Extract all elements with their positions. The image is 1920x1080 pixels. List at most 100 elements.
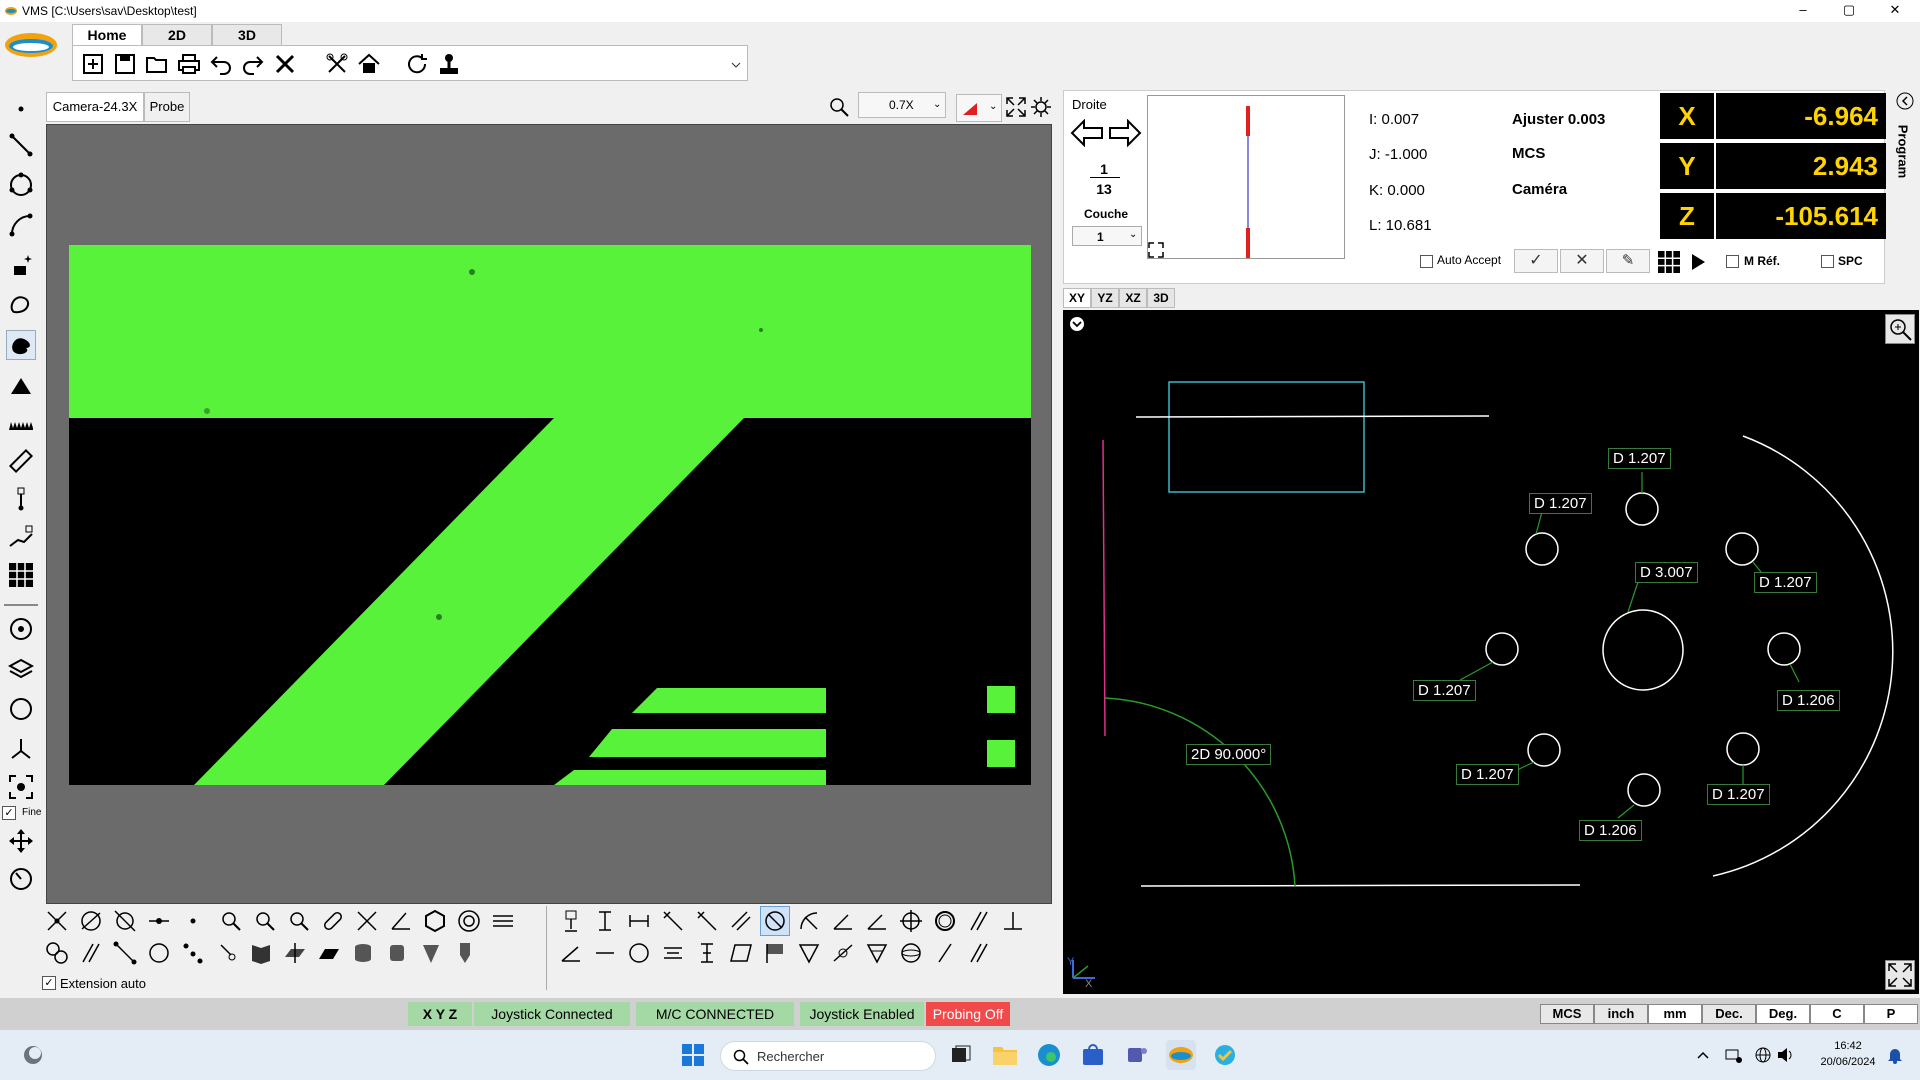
- extension-auto-checkbox[interactable]: ✓: [42, 976, 56, 990]
- circle-intersect-icon[interactable]: [76, 906, 106, 936]
- speed-tool-icon[interactable]: [6, 864, 36, 894]
- graphic-view[interactable]: D 1.207 D 1.207 D 3.007 D 1.207 D 1.207 …: [1063, 310, 1919, 994]
- reject-button[interactable]: ✕: [1560, 249, 1604, 273]
- edge-icon[interactable]: [1034, 1040, 1064, 1070]
- layer-select[interactable]: 1 ⌄: [1072, 226, 1142, 246]
- circle-line-icon[interactable]: [110, 906, 140, 936]
- taskbar-search[interactable]: Rechercher: [720, 1041, 936, 1071]
- horizontal-distance-icon[interactable]: [624, 906, 654, 936]
- points-icon[interactable]: [178, 938, 208, 968]
- intersect-icon[interactable]: [42, 906, 72, 936]
- open-icon[interactable]: [143, 50, 171, 78]
- dimension-label[interactable]: D 1.206: [1579, 820, 1642, 841]
- accept-button[interactable]: ✓: [1514, 249, 1558, 273]
- dimension-label[interactable]: D 1.206: [1777, 690, 1840, 711]
- gear-profile-tool-icon[interactable]: [6, 408, 36, 438]
- dimension-label[interactable]: D 1.207: [1456, 764, 1519, 785]
- network-icon[interactable]: [1724, 1046, 1742, 1064]
- diameter-icon[interactable]: [760, 906, 790, 936]
- angle-2d-icon[interactable]: [828, 906, 858, 936]
- angularity-icon[interactable]: [556, 938, 586, 968]
- dimension-label[interactable]: D 1.207: [1608, 448, 1671, 469]
- search-2d-icon[interactable]: [216, 906, 246, 936]
- concentric-icon[interactable]: [454, 906, 484, 936]
- circles-icon[interactable]: [42, 938, 72, 968]
- auto-accept-checkbox[interactable]: [1420, 255, 1433, 268]
- text-note-icon[interactable]: [556, 906, 586, 936]
- line-tool-icon[interactable]: [6, 130, 36, 160]
- vertical-distance-icon[interactable]: [590, 906, 620, 936]
- search-3d-icon[interactable]: [250, 906, 280, 936]
- distance-3d-icon[interactable]: [692, 906, 722, 936]
- decimal-button[interactable]: Dec.: [1702, 1004, 1756, 1024]
- volume-icon[interactable]: [1776, 1046, 1794, 1064]
- expand-preview-icon[interactable]: [1147, 241, 1165, 259]
- profile-icon[interactable]: [828, 938, 858, 968]
- refresh-icon[interactable]: [403, 50, 431, 78]
- dimension-label[interactable]: D 1.207: [1707, 784, 1770, 805]
- undo-icon[interactable]: [207, 50, 235, 78]
- camera-view[interactable]: [46, 124, 1052, 904]
- wand-tool-icon[interactable]: [6, 250, 36, 280]
- dimension-label[interactable]: D 3.007: [1635, 562, 1698, 583]
- tab-home[interactable]: Home: [72, 24, 142, 46]
- print-icon[interactable]: [175, 50, 203, 78]
- task-view-icon[interactable]: [946, 1040, 976, 1070]
- position-icon[interactable]: [896, 906, 926, 936]
- inch-button[interactable]: inch: [1594, 1004, 1648, 1024]
- tab-yz[interactable]: YZ: [1091, 288, 1119, 308]
- file-explorer-icon[interactable]: [990, 1040, 1020, 1070]
- magnifier-icon[interactable]: [284, 906, 314, 936]
- probe-small-icon[interactable]: [212, 938, 242, 968]
- focus-tool-icon[interactable]: [6, 772, 36, 802]
- maximize-button[interactable]: ▢: [1826, 2, 1872, 20]
- angle-3d-icon[interactable]: [862, 906, 892, 936]
- midpoint-icon[interactable]: [144, 906, 174, 936]
- close-button[interactable]: ✕: [1872, 2, 1918, 20]
- dot-icon[interactable]: [178, 906, 208, 936]
- polygon-icon[interactable]: [420, 906, 450, 936]
- cone-icon[interactable]: [416, 938, 446, 968]
- teams-icon[interactable]: [1122, 1040, 1152, 1070]
- tilted-parallel-icon[interactable]: [964, 938, 994, 968]
- straightness-icon[interactable]: [590, 938, 620, 968]
- joystick-icon[interactable]: [435, 50, 463, 78]
- angle-icon[interactable]: [386, 906, 416, 936]
- app-taskbar-icon[interactable]: [1210, 1040, 1240, 1070]
- tab-2d[interactable]: 2D: [142, 24, 212, 46]
- radius-icon[interactable]: [794, 906, 824, 936]
- ruler-tool-icon[interactable]: [6, 446, 36, 476]
- cone-outline-icon[interactable]: [794, 938, 824, 968]
- toolbar-overflow-icon[interactable]: [729, 50, 743, 78]
- symmetry-icon[interactable]: [658, 938, 688, 968]
- cylinder-icon[interactable]: [348, 938, 378, 968]
- parallel-lines-icon[interactable]: [488, 906, 518, 936]
- m-ref-checkbox[interactable]: [1726, 255, 1739, 268]
- cross-lines-icon[interactable]: [352, 906, 382, 936]
- zoom-lens-icon[interactable]: [828, 96, 850, 118]
- perpendicular-distance-icon[interactable]: [726, 906, 756, 936]
- move-tool-icon[interactable]: [6, 826, 36, 856]
- bullet-icon[interactable]: [450, 938, 480, 968]
- app-logo[interactable]: [2, 30, 60, 60]
- store-icon[interactable]: [1078, 1040, 1108, 1070]
- next-feature-icon[interactable]: [1108, 118, 1142, 148]
- axis-tool-icon[interactable]: [6, 734, 36, 764]
- segment-icon[interactable]: [110, 938, 140, 968]
- language-icon[interactable]: [1754, 1046, 1772, 1064]
- previous-feature-icon[interactable]: [1070, 118, 1104, 148]
- probe-point-tool-icon[interactable]: [6, 484, 36, 514]
- diagonal-lines-icon[interactable]: [76, 938, 106, 968]
- circle-tool-icon[interactable]: [6, 170, 36, 200]
- spc-checkbox[interactable]: [1821, 255, 1834, 268]
- cylindricity-icon[interactable]: [692, 938, 722, 968]
- parallelism-icon[interactable]: [964, 906, 994, 936]
- grid-tool-icon[interactable]: [6, 560, 36, 590]
- minimize-button[interactable]: –: [1780, 2, 1826, 20]
- c-button[interactable]: C: [1810, 1004, 1864, 1024]
- plane-axis-icon[interactable]: [280, 938, 310, 968]
- roundness-icon[interactable]: [930, 906, 960, 936]
- fine-checkbox[interactable]: ✓: [2, 806, 16, 820]
- home-icon[interactable]: [355, 50, 383, 78]
- sphere-icon[interactable]: [896, 938, 926, 968]
